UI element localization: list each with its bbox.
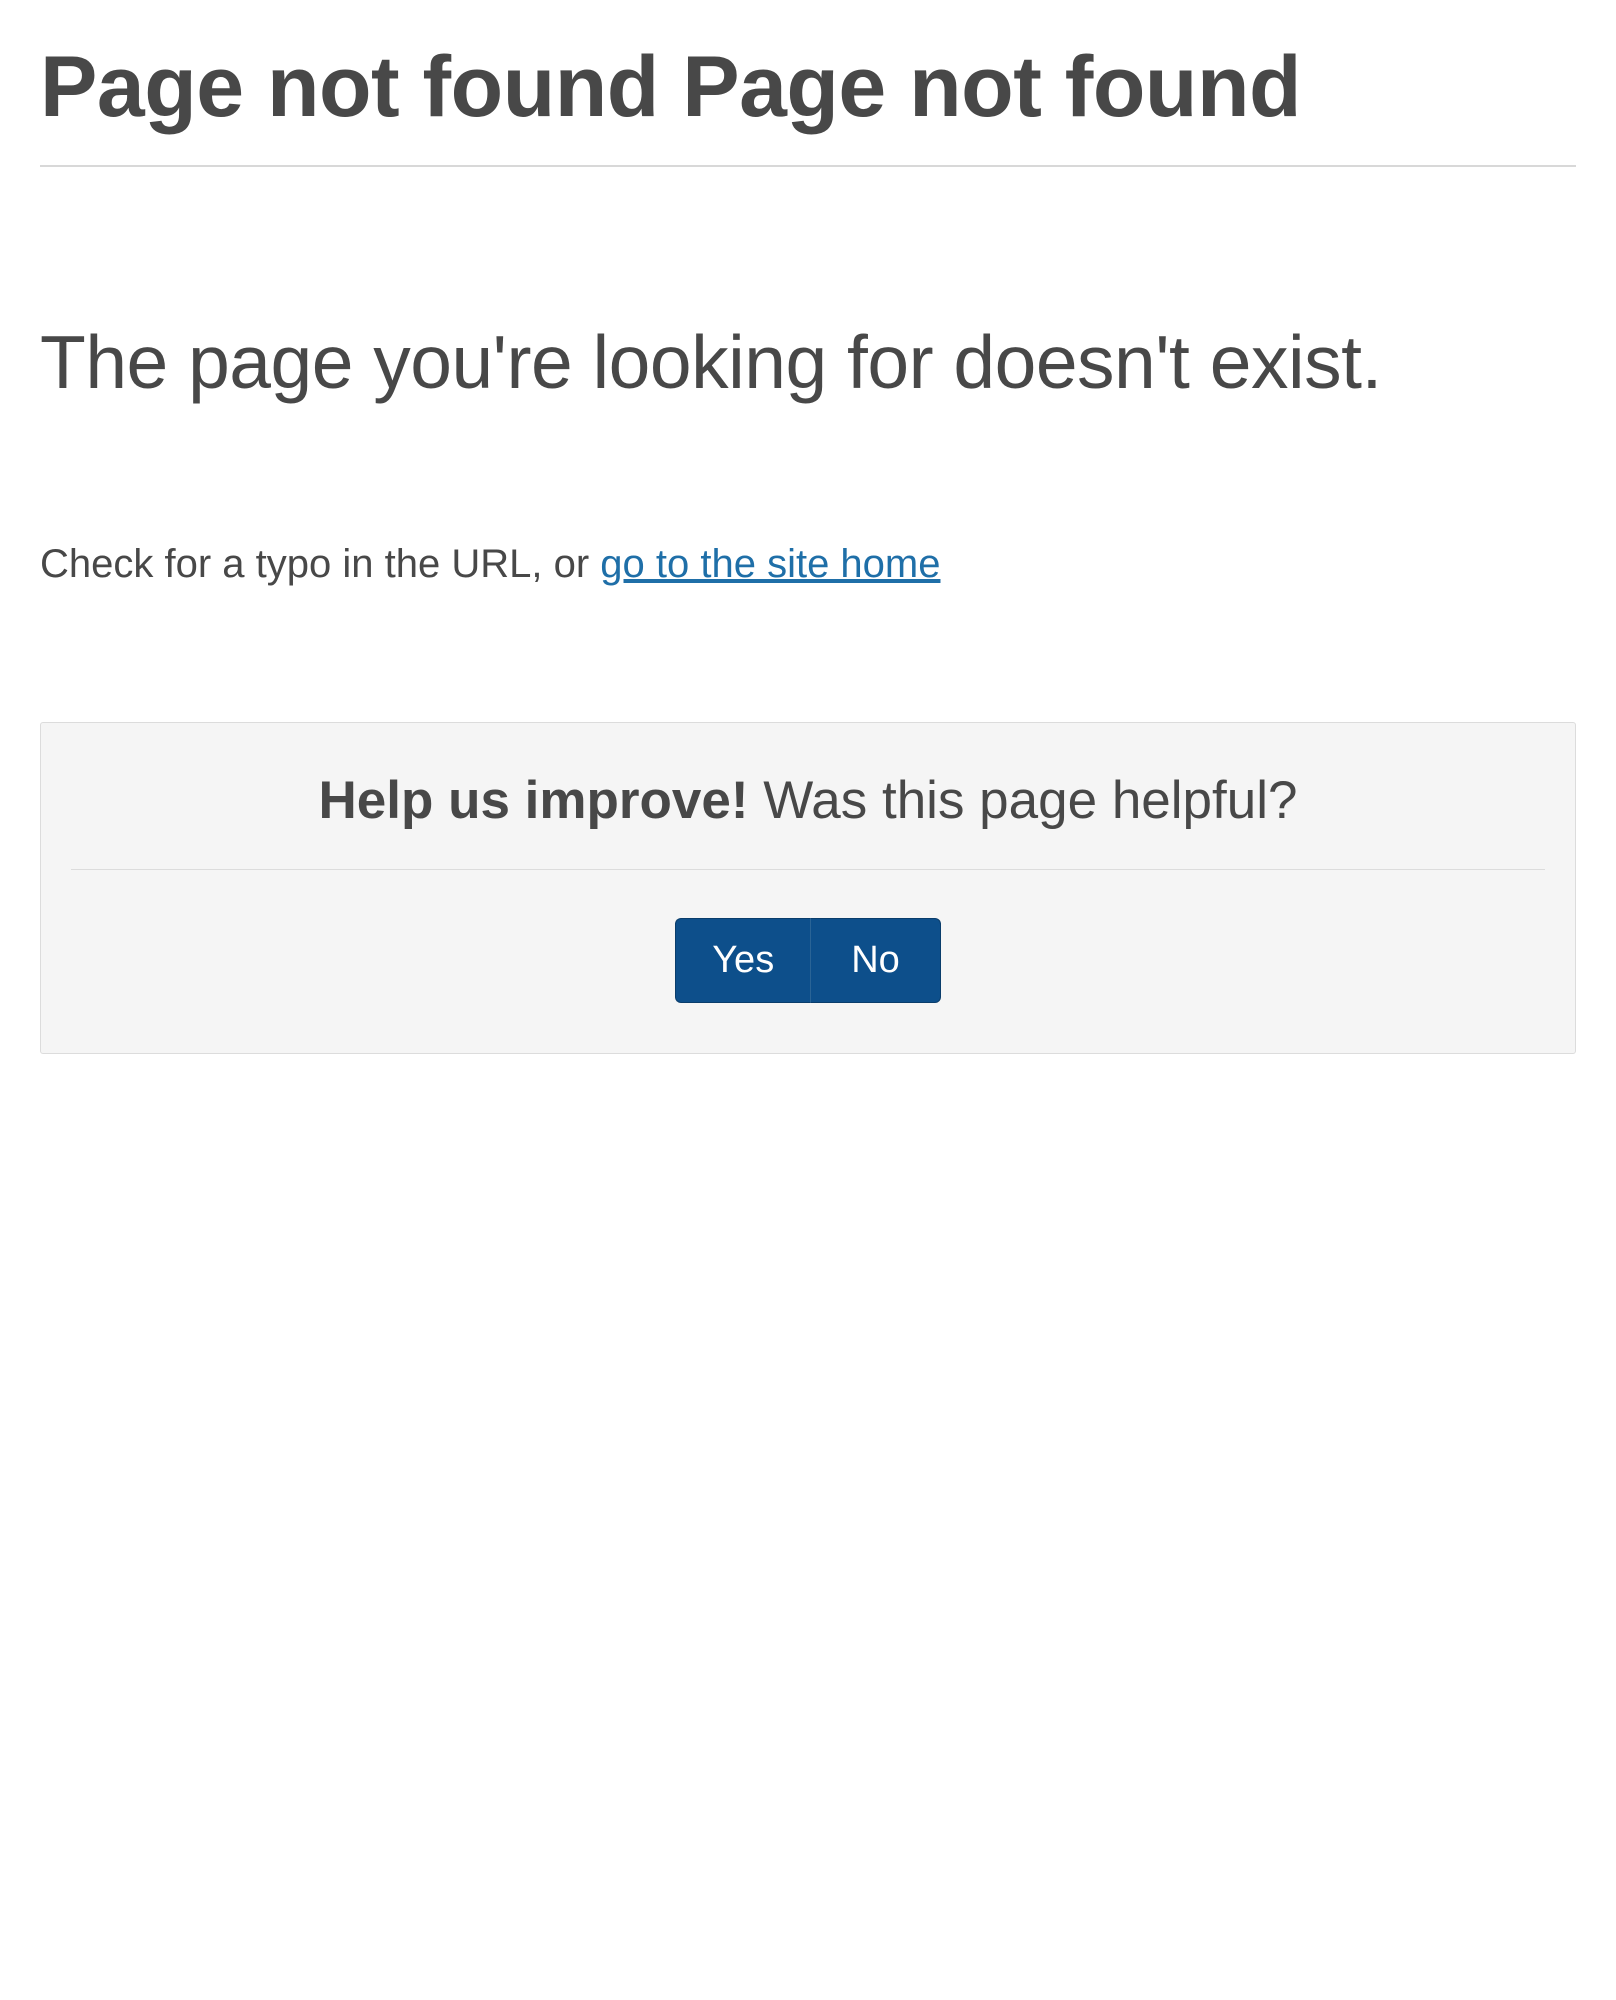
feedback-heading-rest: Was this page helpful? [749, 771, 1298, 830]
feedback-heading-bold: Help us improve! [319, 771, 749, 830]
site-home-link[interactable]: go to the site home [600, 542, 940, 586]
hint-prefix: Check for a typo in the URL, or [40, 542, 600, 586]
feedback-heading: Help us improve! Was this page helpful? [71, 763, 1545, 871]
hint-text: Check for a typo in the URL, or go to th… [40, 542, 1576, 587]
feedback-button-group: Yes No [71, 918, 1545, 1003]
feedback-no-button[interactable]: No [810, 918, 941, 1003]
feedback-yes-button[interactable]: Yes [675, 918, 810, 1003]
feedback-box: Help us improve! Was this page helpful? … [40, 722, 1576, 1055]
page-title: Page not found Page not found [40, 40, 1576, 167]
error-subtitle: The page you're looking for doesn't exis… [40, 317, 1576, 407]
